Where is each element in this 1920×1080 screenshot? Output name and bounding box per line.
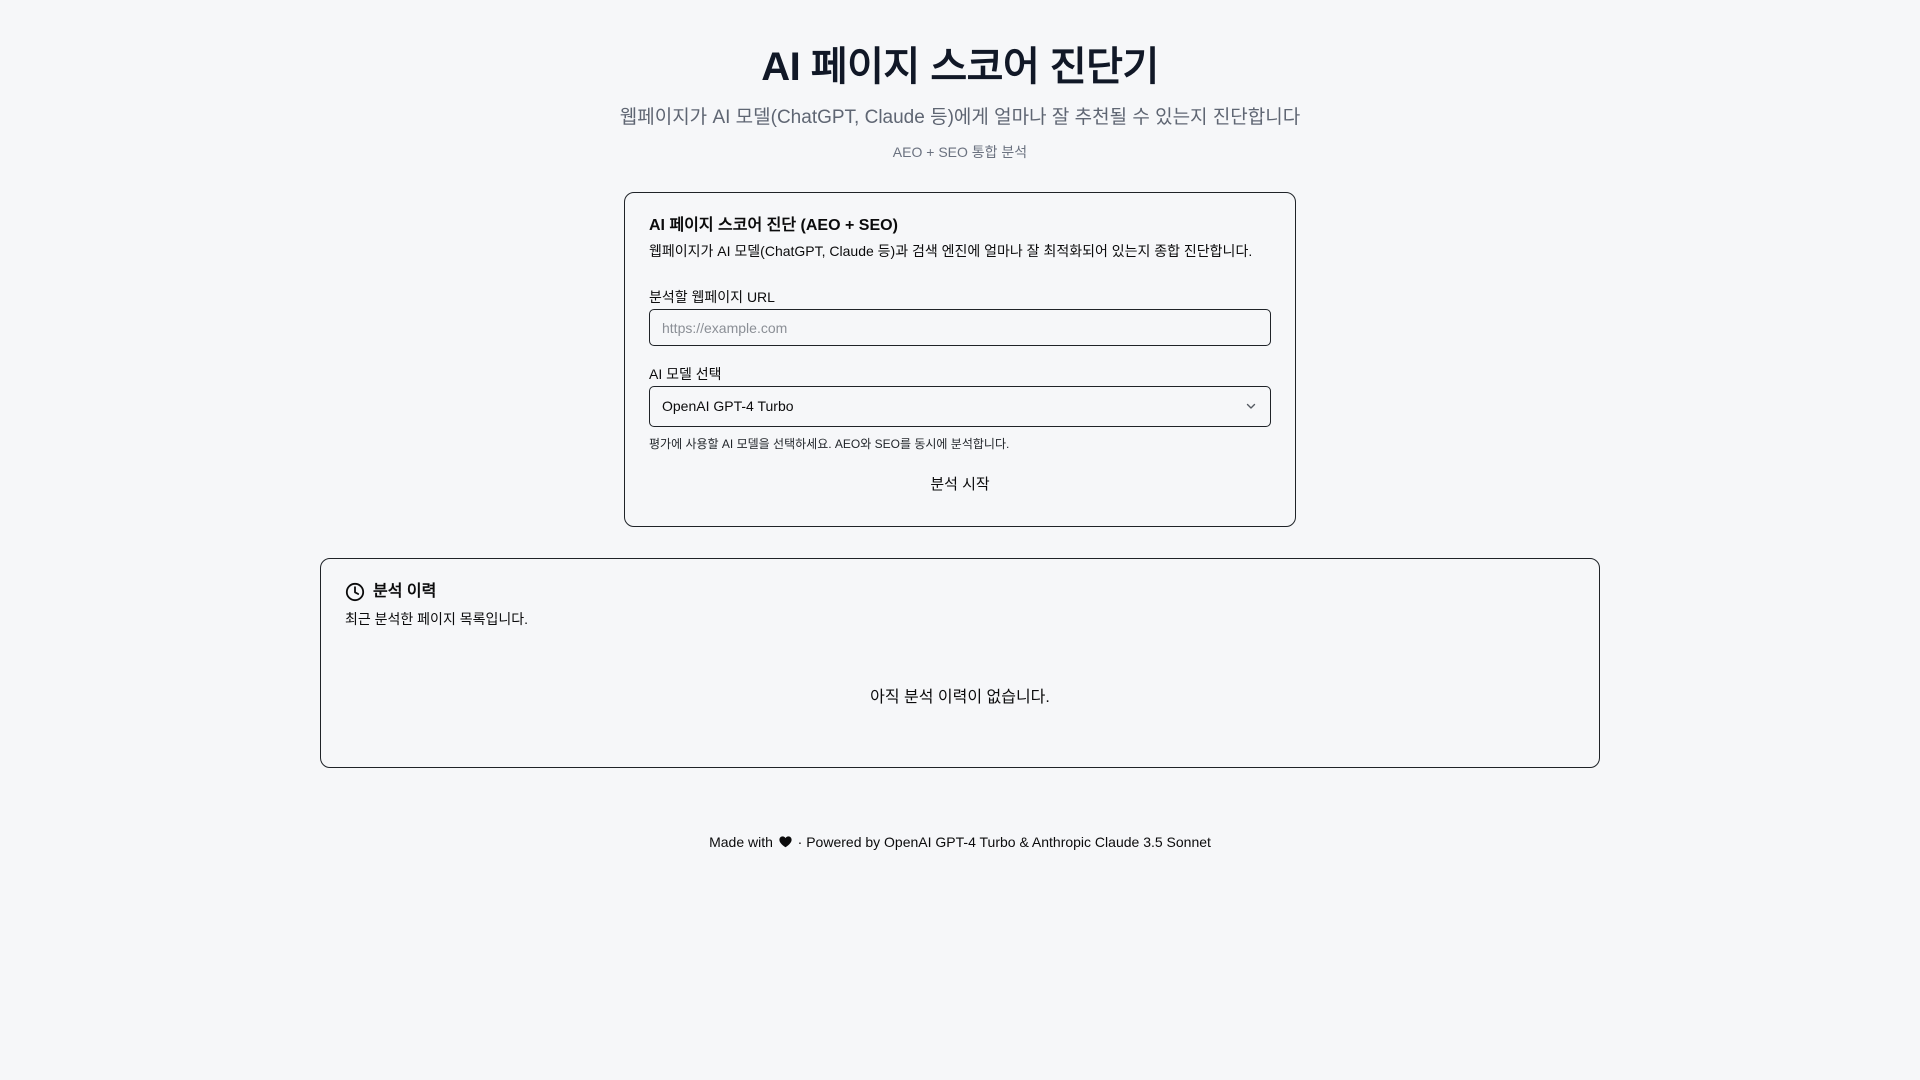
heart-icon (779, 836, 792, 848)
footer-made-with: Made with (709, 834, 773, 850)
analyze-card-description: 웹페이지가 AI 모델(ChatGPT, Claude 등)과 검색 엔진에 얼… (649, 243, 1253, 259)
clock-icon (345, 582, 365, 602)
footer: Made with · Powered by OpenAI GPT-4 Turb… (0, 832, 1920, 852)
model-hint: 평가에 사용할 AI 모델을 선택하세요. AEO와 SEO를 동시에 분석합니… (649, 437, 1010, 451)
page-header: AI 페이지 스코어 진단기 웹페이지가 AI 모델(ChatGPT, Clau… (0, 38, 1920, 162)
page-subtitle: 웹페이지가 AI 모델(ChatGPT, Claude 등)에게 얼마나 잘 추… (619, 107, 1301, 128)
page-title: AI 페이지 스코어 진단기 (761, 45, 1159, 89)
footer-powered-by: · Powered by OpenAI GPT-4 Turbo & Anthro… (797, 834, 1211, 850)
history-title-row: 분석 이력 (345, 581, 1575, 603)
start-analysis-button[interactable]: 분석 시작 (918, 469, 1001, 498)
model-label: AI 모델 선택 (649, 366, 722, 382)
history-card: 분석 이력 최근 분석한 페이지 목록입니다. 아직 분석 이력이 없습니다. (320, 558, 1600, 768)
chevron-down-icon (1246, 403, 1256, 409)
history-title: 분석 이력 (373, 583, 437, 600)
model-select[interactable]: OpenAI GPT-4 Turbo (649, 386, 1271, 427)
model-select-value: OpenAI GPT-4 Turbo (662, 398, 794, 414)
analyze-card-title: AI 페이지 스코어 진단 (AEO + SEO) (649, 217, 898, 234)
history-empty-message: 아직 분석 이력이 없습니다. (870, 689, 1050, 706)
url-label: 분석할 웹페이지 URL (649, 289, 775, 305)
url-input[interactable] (649, 309, 1271, 346)
page-tagline: AEO + SEO 통합 분석 (892, 144, 1028, 160)
history-description: 최근 분석한 페이지 목록입니다. (345, 611, 528, 627)
analyze-card: AI 페이지 스코어 진단 (AEO + SEO) 웹페이지가 AI 모델(Ch… (624, 192, 1296, 527)
